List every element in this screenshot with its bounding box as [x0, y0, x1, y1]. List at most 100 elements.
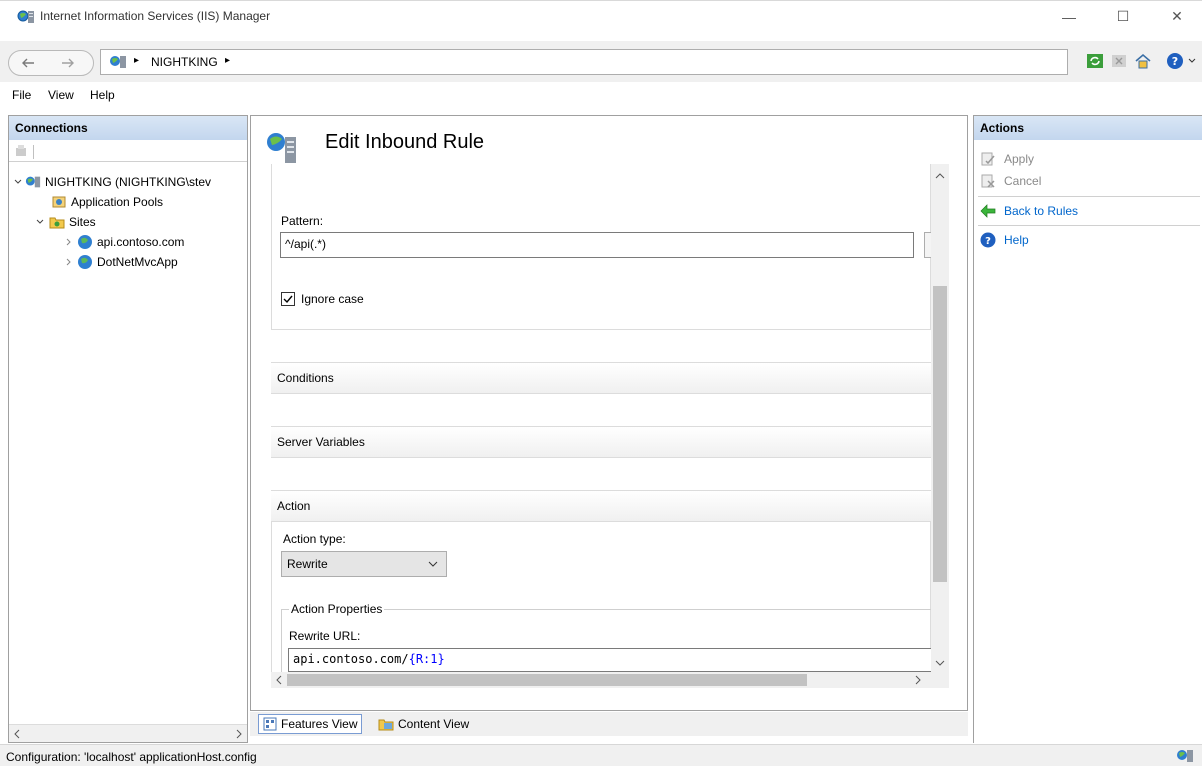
features-view-icon — [263, 717, 277, 731]
toolbar-divider — [33, 145, 34, 159]
chevron-down-icon[interactable] — [13, 177, 23, 187]
action-section-header[interactable]: Action — [271, 490, 931, 522]
minimize-button[interactable]: — — [1046, 1, 1092, 32]
refresh-icon[interactable] — [1086, 52, 1104, 70]
scroll-down-icon[interactable] — [935, 660, 945, 667]
connect-icon[interactable] — [14, 144, 28, 158]
chevron-down-icon[interactable] — [35, 217, 45, 227]
application-pools-icon — [52, 196, 66, 208]
globe-icon — [78, 255, 92, 269]
action-back-to-rules[interactable]: Back to Rules — [980, 201, 1078, 221]
connections-pane: Connections NIGHTKING (NIGHTKING\stev Ap… — [8, 115, 248, 743]
rewrite-url-label: Rewrite URL: — [289, 629, 361, 643]
chevron-down-icon[interactable] — [1188, 58, 1196, 64]
title-bar: Internet Information Services (IIS) Mana… — [0, 0, 1202, 31]
tab-content-view[interactable]: Content View — [374, 714, 473, 734]
rewrite-url-text: api.contoso.com/ — [293, 652, 409, 666]
tree-item-server[interactable]: NIGHTKING (NIGHTKING\stev — [13, 172, 245, 192]
chevron-right-icon[interactable] — [65, 237, 73, 247]
tree-item-site-api[interactable]: api.contoso.com — [13, 232, 245, 252]
address-bar: ▸ NIGHTKING ▸ ? — [0, 41, 1202, 82]
pattern-label: Pattern: — [281, 214, 324, 228]
connections-toolbar — [9, 142, 247, 162]
cancel-label: Cancel — [1004, 174, 1042, 188]
back-button[interactable] — [13, 50, 43, 76]
maximize-icon: ☐ — [1116, 8, 1130, 24]
checkbox-checked-icon[interactable] — [281, 292, 295, 306]
scroll-right-icon[interactable] — [915, 675, 922, 685]
scroll-left-icon[interactable] — [275, 675, 282, 685]
back-arrow-icon — [980, 204, 996, 218]
action-cancel[interactable]: Cancel — [980, 171, 1041, 191]
tree-item-label: Sites — [69, 215, 96, 229]
chevron-down-icon — [428, 561, 438, 567]
content-view-label: Content View — [398, 717, 470, 731]
horizontal-scroll-thumb[interactable] — [287, 674, 807, 686]
scroll-left-icon[interactable] — [13, 729, 21, 739]
action-type-value: Rewrite — [287, 557, 328, 571]
rule-form: Pattern: ^/api(.*) Ignore case Condition… — [271, 164, 935, 688]
tree-item-sites[interactable]: Sites — [13, 212, 245, 232]
menu-view[interactable]: View — [48, 88, 74, 102]
menu-file[interactable]: File — [12, 88, 31, 102]
menu-help[interactable]: Help — [90, 88, 115, 102]
scroll-right-icon[interactable] — [235, 729, 243, 739]
connections-header: Connections — [9, 116, 247, 140]
action-apply[interactable]: Apply — [980, 149, 1034, 169]
help-label: Help — [1004, 233, 1029, 247]
form-horizontal-scrollbar[interactable] — [271, 672, 931, 688]
tree-item-label: api.contoso.com — [97, 235, 185, 249]
tree-item-label: NIGHTKING (NIGHTKING\stev — [45, 175, 212, 189]
server-variables-section-header[interactable]: Server Variables — [271, 426, 931, 458]
actions-pane: Actions Apply Cancel Back to Rules ? Hel… — [973, 115, 1202, 743]
features-view-label: Features View — [281, 717, 358, 731]
cancel-icon — [981, 174, 995, 188]
help-icon[interactable]: ? — [1166, 52, 1184, 70]
breadcrumb-server[interactable]: NIGHTKING — [151, 55, 218, 69]
page-title: Edit Inbound Rule — [325, 131, 485, 153]
tree-item-site-mvc[interactable]: DotNetMvcApp — [13, 252, 245, 272]
rewrite-url-variable: {R:1} — [408, 652, 445, 666]
status-text: Configuration: 'localhost' applicationHo… — [6, 750, 257, 764]
stop-icon[interactable] — [1110, 52, 1128, 70]
forward-arrow-icon — [62, 58, 74, 68]
home-icon[interactable] — [1134, 52, 1152, 70]
apply-label: Apply — [1004, 152, 1035, 166]
conditions-section-header[interactable]: Conditions — [271, 362, 931, 394]
svg-text:?: ? — [1172, 55, 1178, 68]
close-icon: ✕ — [1171, 8, 1183, 24]
scroll-up-icon[interactable] — [935, 172, 945, 179]
tree-item-label: DotNetMvcApp — [97, 255, 178, 269]
rewrite-url-input[interactable]: api.contoso.com/{R:1} — [288, 648, 934, 672]
vertical-scroll-thumb[interactable] — [933, 286, 947, 582]
address-field[interactable]: ▸ NIGHTKING ▸ — [100, 49, 1068, 75]
connections-tree: NIGHTKING (NIGHTKING\stev Application Po… — [13, 172, 245, 272]
ignore-case-checkbox[interactable]: Ignore case — [281, 292, 364, 306]
tab-features-view[interactable]: Features View — [258, 714, 363, 734]
breadcrumb-arrow-icon[interactable]: ▸ — [225, 55, 230, 66]
sites-folder-icon — [49, 217, 65, 229]
connections-horizontal-scrollbar[interactable] — [9, 724, 247, 742]
svg-text:?: ? — [985, 236, 991, 247]
help-icon: ? — [980, 232, 996, 248]
action-help[interactable]: ? Help — [980, 230, 1029, 250]
server-icon — [110, 56, 126, 68]
globe-icon — [78, 235, 92, 249]
back-to-rules-label: Back to Rules — [1004, 204, 1079, 218]
conditions-label: Conditions — [277, 371, 334, 385]
forward-button[interactable] — [53, 50, 83, 76]
view-tabs: Features View Content View — [250, 712, 968, 736]
server-icon — [1177, 750, 1193, 762]
tree-item-app-pools[interactable]: Application Pools — [13, 192, 245, 212]
chevron-right-icon[interactable] — [65, 257, 73, 267]
pattern-input[interactable]: ^/api(.*) — [280, 232, 914, 258]
back-arrow-icon — [22, 58, 34, 68]
action-type-select[interactable]: Rewrite — [281, 551, 447, 577]
back-forward-group — [8, 50, 94, 76]
maximize-button[interactable]: ☐ — [1100, 1, 1146, 32]
action-properties-label: Action Properties — [289, 602, 385, 616]
close-button[interactable]: ✕ — [1154, 1, 1200, 32]
action-type-label: Action type: — [283, 532, 346, 546]
server-variables-label: Server Variables — [277, 435, 365, 449]
minimize-icon: — — [1062, 8, 1076, 25]
